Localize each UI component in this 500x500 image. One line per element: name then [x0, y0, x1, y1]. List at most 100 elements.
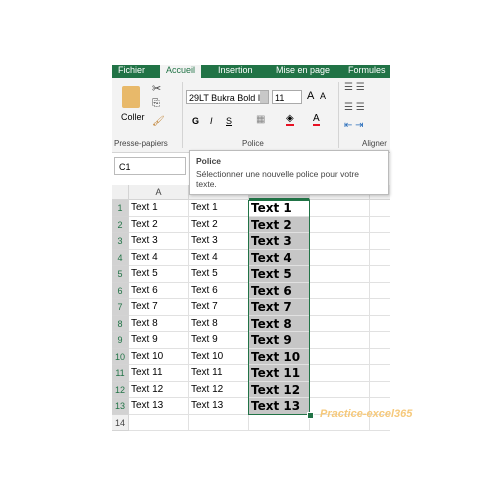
- underline-button[interactable]: S: [226, 116, 232, 126]
- tab-formules[interactable]: Formules: [348, 65, 386, 78]
- cell[interactable]: Text 1: [189, 200, 249, 217]
- cell[interactable]: Text 7: [189, 299, 249, 316]
- cell[interactable]: [370, 233, 390, 250]
- cell[interactable]: Text 6: [189, 282, 249, 299]
- row-header[interactable]: 2: [112, 216, 129, 233]
- cell[interactable]: [370, 217, 390, 233]
- cell[interactable]: [310, 332, 370, 349]
- cell[interactable]: [370, 283, 390, 299]
- cell[interactable]: [249, 414, 310, 431]
- cell[interactable]: [370, 200, 390, 217]
- cell[interactable]: Text 9: [129, 332, 189, 349]
- format-painter-icon[interactable]: 🖌: [152, 116, 165, 127]
- row-header[interactable]: 7: [112, 299, 129, 316]
- row-header[interactable]: 11: [112, 365, 129, 382]
- paste-button[interactable]: Coller: [121, 112, 145, 122]
- cell[interactable]: [370, 349, 390, 365]
- font-group-label: Police: [242, 139, 264, 148]
- name-box[interactable]: C1: [114, 157, 186, 175]
- cell[interactable]: Text 11: [189, 365, 249, 382]
- cell[interactable]: Text 5: [129, 266, 189, 283]
- bold-button[interactable]: G: [192, 116, 199, 126]
- cell[interactable]: [310, 315, 370, 332]
- cell[interactable]: [310, 365, 370, 382]
- cell[interactable]: [370, 365, 390, 382]
- cell[interactable]: Text 4: [129, 249, 189, 266]
- row-header[interactable]: 10: [112, 348, 129, 365]
- cell[interactable]: Text 5: [189, 266, 249, 283]
- cell[interactable]: [370, 316, 390, 332]
- ribbon-tabs: Fichier Accueil Insertion Mise en page F…: [112, 65, 390, 78]
- cell[interactable]: [310, 282, 370, 299]
- borders-icon[interactable]: ▦: [256, 114, 265, 125]
- cell[interactable]: Text 10: [129, 348, 189, 365]
- cell[interactable]: Text 1: [129, 200, 189, 217]
- cell[interactable]: [370, 382, 390, 398]
- cell[interactable]: [310, 266, 370, 283]
- cell[interactable]: [370, 332, 390, 349]
- row-header[interactable]: 1: [112, 200, 129, 217]
- selection-border: [248, 200, 310, 415]
- cell[interactable]: Text 4: [189, 249, 249, 266]
- cell[interactable]: [310, 233, 370, 250]
- cell[interactable]: [370, 266, 390, 283]
- cell[interactable]: [310, 249, 370, 266]
- divider: [338, 82, 339, 148]
- align-left-icon[interactable]: ☰ ☰: [344, 102, 365, 113]
- tab-accueil[interactable]: Accueil: [160, 65, 202, 78]
- cell[interactable]: Text 8: [129, 315, 189, 332]
- grow-font-button[interactable]: A: [307, 90, 314, 102]
- cell[interactable]: [189, 414, 249, 431]
- row-header[interactable]: 13: [112, 398, 129, 415]
- cell[interactable]: Text 12: [129, 381, 189, 398]
- cell[interactable]: Text 11: [129, 365, 189, 382]
- tooltip-title: Police: [196, 156, 222, 166]
- cell[interactable]: [129, 414, 189, 431]
- row-header[interactable]: 14: [112, 414, 129, 431]
- paste-icon[interactable]: [122, 86, 140, 108]
- fill-color-icon[interactable]: ◈: [286, 113, 294, 126]
- cell[interactable]: Text 2: [189, 216, 249, 233]
- cell[interactable]: Text 13: [129, 398, 189, 415]
- row-header[interactable]: 9: [112, 332, 129, 349]
- font-size-input[interactable]: 11: [272, 90, 302, 104]
- cut-icon[interactable]: ✂: [152, 82, 161, 95]
- font-color-button[interactable]: A: [313, 113, 320, 126]
- indent-icon[interactable]: ⇤ ⇥: [344, 120, 364, 131]
- row-header[interactable]: 4: [112, 249, 129, 266]
- tab-mise-en-page[interactable]: Mise en page: [276, 65, 330, 78]
- shrink-font-button[interactable]: A: [320, 91, 326, 101]
- select-all-button[interactable]: [112, 185, 129, 200]
- tab-fichier[interactable]: Fichier: [118, 65, 145, 78]
- cell[interactable]: [370, 250, 390, 266]
- cell[interactable]: [310, 348, 370, 365]
- row-header[interactable]: 5: [112, 266, 129, 283]
- cell[interactable]: Text 9: [189, 332, 249, 349]
- row-header[interactable]: 12: [112, 381, 129, 398]
- cell[interactable]: Text 13: [189, 398, 249, 415]
- fill-handle[interactable]: [307, 411, 314, 419]
- cell[interactable]: Text 3: [129, 233, 189, 250]
- row-header[interactable]: 3: [112, 233, 129, 250]
- row-header[interactable]: 6: [112, 282, 129, 299]
- column-header[interactable]: A: [129, 185, 189, 200]
- cell[interactable]: Text 8: [189, 315, 249, 332]
- row-header[interactable]: 8: [112, 315, 129, 332]
- cell[interactable]: Text 2: [129, 216, 189, 233]
- font-name-input[interactable]: 29LT Bukra Bold It: [186, 90, 269, 104]
- cell[interactable]: Text 3: [189, 233, 249, 250]
- cell[interactable]: Text 10: [189, 348, 249, 365]
- font-dropdown-button[interactable]: [260, 91, 268, 103]
- cell[interactable]: [370, 299, 390, 316]
- cell[interactable]: [310, 200, 370, 217]
- italic-button[interactable]: I: [210, 116, 213, 126]
- cell[interactable]: [310, 216, 370, 233]
- cell[interactable]: [310, 299, 370, 316]
- copy-icon[interactable]: ⎘: [152, 98, 160, 109]
- align-top-icon[interactable]: ☰ ☰: [344, 82, 365, 93]
- tab-insertion[interactable]: Insertion: [218, 65, 253, 78]
- cell[interactable]: [310, 381, 370, 398]
- cell[interactable]: Text 12: [189, 381, 249, 398]
- cell[interactable]: Text 7: [129, 299, 189, 316]
- cell[interactable]: Text 6: [129, 282, 189, 299]
